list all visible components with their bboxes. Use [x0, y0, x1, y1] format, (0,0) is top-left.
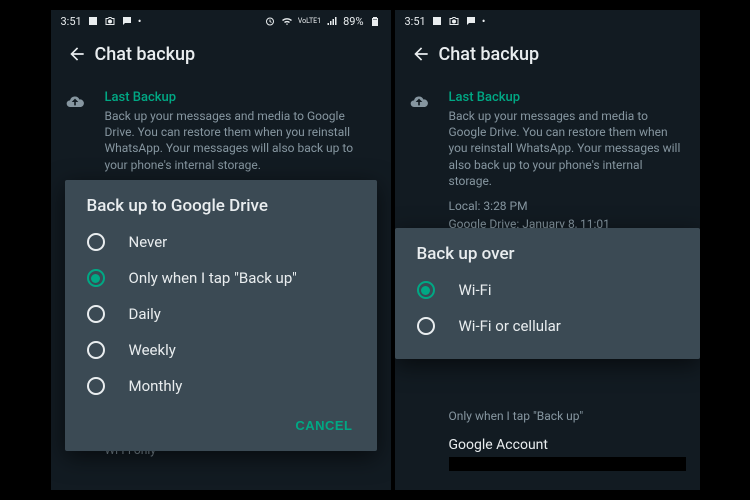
arrow-left-icon — [411, 44, 431, 64]
backup-over-title: Back up over — [449, 489, 686, 490]
wifi-icon — [281, 15, 293, 27]
camera-icon — [104, 15, 116, 27]
cloud-upload-icon — [409, 92, 429, 112]
option-label: Wi-Fi — [459, 281, 492, 299]
cloud-upload-icon — [65, 92, 85, 112]
backup-frequency-sub: Only when I tap "Back up" — [449, 409, 686, 423]
option-label: Monthly — [129, 377, 183, 395]
chat-icon — [121, 15, 133, 27]
status-time: 3:51 — [405, 15, 426, 28]
dialog-title: Back up over — [395, 244, 700, 272]
alarm-icon — [264, 15, 276, 27]
battery-pct: 89% — [343, 15, 363, 28]
option-label: Never — [129, 233, 168, 251]
signal-icon — [326, 15, 338, 27]
status-time: 3:51 — [61, 15, 82, 28]
status-bar: 3:51 • — [395, 10, 700, 32]
camera-icon — [448, 15, 460, 27]
dot-icon: • — [482, 15, 486, 28]
dot-icon: • — [138, 15, 142, 28]
backup-frequency-dialog: Back up to Google Drive Never Only when … — [65, 180, 377, 451]
last-backup-title: Last Backup — [105, 90, 377, 105]
option-only-when-tap[interactable]: Only when I tap "Back up" — [65, 260, 377, 296]
radio-icon — [87, 269, 105, 287]
option-never[interactable]: Never — [65, 224, 377, 260]
volte-label: VoLTE1 — [298, 18, 321, 25]
option-weekly[interactable]: Weekly — [65, 332, 377, 368]
status-bar: 3:51 • VoLTE1 89% — [51, 10, 391, 32]
phone-right: 3:51 • Chat backup Last Backup Back — [395, 10, 700, 490]
radio-icon — [417, 317, 435, 335]
app-bar: Chat backup — [51, 32, 391, 76]
backup-frequency-setting[interactable]: Only when I tap "Back up" — [395, 405, 700, 427]
chat-icon — [465, 15, 477, 27]
option-monthly[interactable]: Monthly — [65, 368, 377, 404]
redacted-account — [449, 457, 686, 471]
image-icon — [431, 15, 443, 27]
page-title: Chat backup — [95, 44, 196, 65]
option-daily[interactable]: Daily — [65, 296, 377, 332]
radio-icon — [417, 281, 435, 299]
option-wifi[interactable]: Wi-Fi — [395, 272, 700, 308]
radio-icon — [87, 305, 105, 323]
google-account-title: Google Account — [449, 437, 686, 453]
radio-icon — [87, 377, 105, 395]
option-wifi-or-cellular[interactable]: Wi-Fi or cellular — [395, 308, 700, 353]
dialog-title: Back up to Google Drive — [65, 196, 377, 224]
app-bar: Chat backup — [395, 32, 700, 76]
battery-icon — [369, 15, 381, 27]
backup-description: Back up your messages and media to Googl… — [105, 108, 377, 173]
back-button[interactable] — [59, 36, 95, 72]
google-account-setting[interactable]: Google Account — [395, 427, 700, 455]
option-label: Weekly — [129, 341, 176, 359]
option-label: Daily — [129, 305, 161, 323]
cancel-button[interactable]: CANCEL — [285, 410, 362, 441]
radio-icon — [87, 341, 105, 359]
backup-over-dialog: Back up over Wi-Fi Wi-Fi or cellular — [395, 228, 700, 359]
local-backup-time: Local: 3:28 PM — [449, 199, 686, 213]
back-button[interactable] — [403, 36, 439, 72]
radio-icon — [87, 233, 105, 251]
backup-description: Back up your messages and media to Googl… — [449, 108, 686, 189]
backup-over-setting[interactable]: Back up over Wi-Fi only — [395, 479, 700, 490]
option-label: Only when I tap "Back up" — [129, 269, 297, 287]
phone-left: 3:51 • VoLTE1 89% Chat backup — [51, 10, 391, 490]
arrow-left-icon — [67, 44, 87, 64]
image-icon — [87, 15, 99, 27]
page-title: Chat backup — [439, 44, 540, 65]
option-label: Wi-Fi or cellular — [459, 317, 561, 335]
last-backup-title: Last Backup — [449, 90, 686, 105]
